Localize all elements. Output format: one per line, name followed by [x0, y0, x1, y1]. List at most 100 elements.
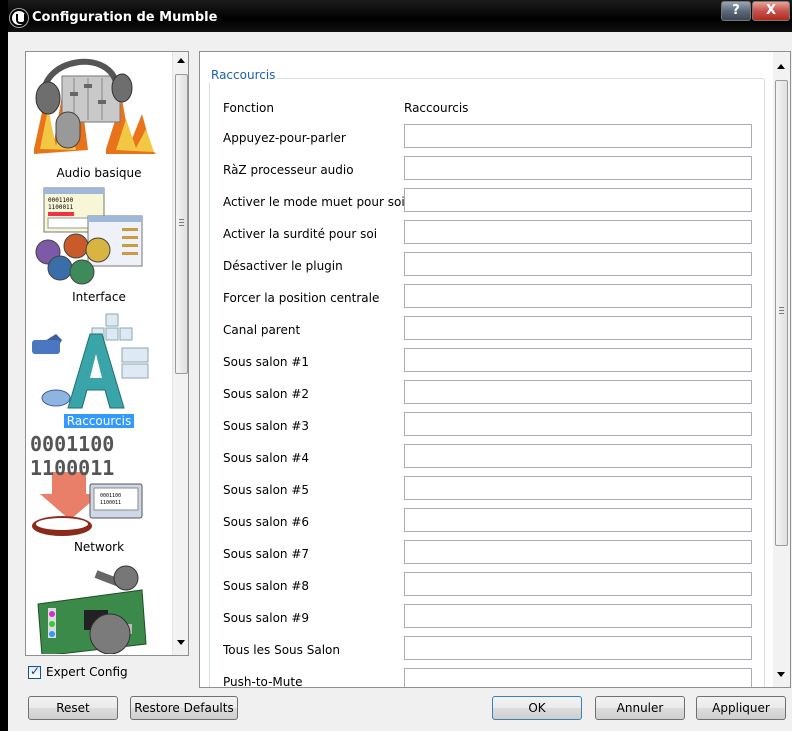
shortcut-function-label: Activer la surdité pour soi: [223, 227, 378, 241]
shortcut-row: Sous salon #3: [200, 412, 760, 444]
audio-basic-icon: [34, 58, 156, 154]
shortcut-row: Forcer la position centrale: [200, 284, 760, 316]
sidebar-item-label: Raccourcis: [26, 414, 172, 428]
help-button[interactable]: ?: [721, 1, 751, 21]
shortcut-row: Sous salon #4: [200, 444, 760, 476]
scrollbar-thumb[interactable]: [775, 80, 788, 546]
svg-text:0001100: 0001100: [48, 197, 74, 204]
group-title: Raccourcis: [209, 68, 278, 82]
shortcut-key-field[interactable]: [404, 348, 752, 372]
shortcut-row: Sous salon #6: [200, 508, 760, 540]
shortcuts-icon: [32, 313, 149, 409]
config-window: Configuration de Mumble ? X Audio basiqu…: [8, 0, 792, 731]
shortcut-row: Appuyez-pour-parler: [200, 124, 760, 156]
scroll-down-arrow-icon[interactable]: [177, 640, 185, 645]
main-scrollbar[interactable]: [773, 52, 790, 687]
shortcut-function-label: Sous salon #4: [223, 451, 310, 465]
shortcut-function-label: Sous salon #3: [223, 419, 310, 433]
shortcut-row: RàZ processeur audio: [200, 156, 760, 188]
shortcut-row: Désactiver le plugin: [200, 252, 760, 284]
shortcut-function-label: Activer le mode muet pour soi: [223, 195, 405, 209]
expert-config-label: Expert Config: [46, 665, 128, 679]
shortcut-row: Sous salon #5: [200, 476, 760, 508]
shortcut-function-label: Désactiver le plugin: [223, 259, 343, 273]
shortcut-row: Tous les Sous Salon: [200, 636, 760, 668]
sidebar-item-label: Network: [73, 540, 125, 554]
ok-button[interactable]: OK: [492, 696, 582, 720]
shortcut-function-label: Appuyez-pour-parler: [223, 131, 346, 145]
shortcut-key-field[interactable]: [404, 604, 752, 628]
shortcut-key-field[interactable]: [404, 572, 752, 596]
scroll-up-arrow-icon[interactable]: [777, 64, 785, 69]
shortcut-key-field[interactable]: [404, 412, 752, 436]
title-bar[interactable]: Configuration de Mumble ? X: [8, 0, 792, 32]
shortcut-row: Sous salon #8: [200, 572, 760, 604]
shortcut-row: Sous salon #2: [200, 380, 760, 412]
shortcut-row: Activer le mode muet pour soi: [200, 188, 760, 220]
shortcut-key-field[interactable]: [404, 476, 752, 500]
shortcut-function-label: Sous salon #8: [223, 579, 310, 593]
sidebar-item-audio-card[interactable]: [26, 564, 172, 655]
shortcut-row: Sous salon #1: [200, 348, 760, 380]
svg-text:0001100: 0001100: [100, 493, 121, 499]
apply-button[interactable]: Appliquer: [696, 696, 786, 720]
svg-text:1100011: 1100011: [48, 204, 74, 211]
shortcut-function-label: Canal parent: [223, 323, 301, 337]
scrollbar-thumb[interactable]: [175, 74, 188, 374]
sidebar-item-label: Audio basique: [56, 166, 142, 180]
scroll-down-arrow-icon[interactable]: [777, 672, 785, 677]
shortcut-key-field[interactable]: [404, 380, 752, 404]
shortcut-key-field[interactable]: [404, 636, 752, 660]
shortcut-key-field[interactable]: [404, 188, 752, 212]
shortcut-key-field[interactable]: [404, 540, 752, 564]
shortcut-function-label: Sous salon #9: [223, 611, 310, 625]
restore-defaults-button[interactable]: Restore Defaults: [130, 696, 238, 720]
sidebar-scrollbar[interactable]: [172, 52, 188, 655]
binary-text-top: 0001100: [30, 432, 114, 456]
shortcut-key-field[interactable]: [404, 220, 752, 244]
category-list[interactable]: Audio basique 0001100 1100011 Interface …: [25, 51, 189, 656]
shortcut-key-field[interactable]: [404, 252, 752, 276]
column-header-function: Fonction: [223, 101, 275, 115]
mumble-logo-icon: [10, 9, 28, 27]
sidebar-item-shortcuts[interactable]: Raccourcis: [26, 310, 172, 434]
svg-text:1100011: 1100011: [100, 500, 121, 506]
cancel-button[interactable]: Annuler: [595, 696, 685, 720]
scroll-up-arrow-icon[interactable]: [177, 58, 185, 63]
shortcut-key-field[interactable]: [404, 444, 752, 468]
sidebar-item-audio-basic[interactable]: Audio basique: [26, 54, 172, 184]
shortcuts-panel: Raccourcis Fonction Raccourcis Appuyez-p…: [199, 51, 791, 688]
shortcut-key-field[interactable]: [404, 284, 752, 308]
shortcut-key-field[interactable]: [404, 124, 752, 148]
shortcut-function-label: Sous salon #1: [223, 355, 310, 369]
shortcut-function-label: Sous salon #2: [223, 387, 310, 401]
sidebar-item-interface[interactable]: 0001100 1100011 Interface: [26, 186, 172, 310]
shortcut-key-field[interactable]: [404, 156, 752, 180]
shortcut-row: Push-to-Mute: [200, 668, 760, 688]
audio-card-icon: [37, 565, 147, 655]
shortcut-function-label: Sous salon #6: [223, 515, 310, 529]
shortcut-row: Canal parent: [200, 316, 760, 348]
window-title: Configuration de Mumble: [32, 10, 218, 25]
shortcut-row: Sous salon #9: [200, 604, 760, 636]
shortcut-function-label: Tous les Sous Salon: [223, 643, 340, 657]
shortcut-function-label: RàZ processeur audio: [223, 163, 354, 177]
shortcut-key-field[interactable]: [404, 508, 752, 532]
shortcut-function-label: Push-to-Mute: [223, 675, 303, 688]
shortcut-function-label: Sous salon #7: [223, 547, 310, 561]
shortcut-key-field[interactable]: [404, 668, 752, 687]
shortcut-function-label: Forcer la position centrale: [223, 291, 380, 305]
interface-icon: 0001100 1100011: [35, 187, 143, 285]
network-icon: 0001100 1100011 0001100 1100011: [30, 432, 143, 536]
close-button[interactable]: X: [752, 1, 790, 21]
column-header-shortcut: Raccourcis: [404, 101, 469, 115]
shortcut-row: Activer la surdité pour soi: [200, 220, 760, 252]
shortcut-function-label: Sous salon #5: [223, 483, 310, 497]
reset-button[interactable]: Reset: [28, 696, 118, 720]
sidebar-item-network[interactable]: 0001100 1100011 0001100 1100011 Network: [26, 432, 172, 564]
checkbox-checked-icon[interactable]: [28, 664, 41, 679]
sidebar-item-label: Interface: [72, 290, 126, 304]
binary-text-bottom: 1100011: [30, 456, 114, 480]
shortcut-row: Sous salon #7: [200, 540, 760, 572]
shortcut-key-field[interactable]: [404, 316, 752, 340]
